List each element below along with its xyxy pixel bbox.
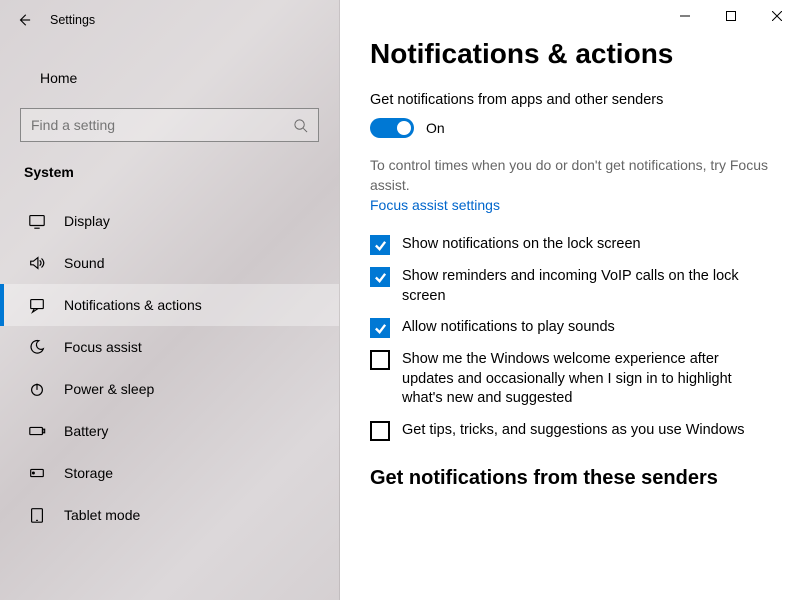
section-senders-title: Get notifications from these senders (370, 467, 770, 490)
toggle-state-text: On (426, 120, 445, 136)
sidebar-item-storage[interactable]: Storage (0, 452, 339, 494)
sidebar: Settings Home System Display (0, 0, 340, 600)
sidebar-item-focus-assist[interactable]: Focus assist (0, 326, 339, 368)
storage-icon (28, 464, 46, 482)
window-title: Settings (50, 13, 95, 27)
sidebar-item-label: Notifications & actions (64, 297, 202, 313)
helper-text: To control times when you do or don't ge… (370, 156, 770, 195)
sidebar-body: Home System Display Sound Notificatio (0, 40, 339, 600)
sidebar-item-notifications[interactable]: Notifications & actions (0, 284, 339, 326)
category-heading: System (20, 162, 319, 182)
content-pane: Notifications & actions Get notification… (340, 0, 800, 600)
checkbox-play-sounds[interactable] (370, 318, 390, 338)
checkbox-label: Show me the Windows welcome experience a… (402, 350, 770, 409)
back-button[interactable] (8, 4, 40, 36)
checkbox-row: Show reminders and incoming VoIP calls o… (370, 267, 770, 306)
sound-icon (28, 254, 46, 272)
checkbox-label: Get tips, tricks, and suggestions as you… (402, 421, 745, 441)
nav-list: Display Sound Notifications & actions Fo… (20, 200, 319, 536)
checkbox-reminders-voip[interactable] (370, 267, 390, 287)
sidebar-item-label: Storage (64, 465, 113, 481)
checkbox-row: Show notifications on the lock screen (370, 235, 770, 255)
focus-assist-link[interactable]: Focus assist settings (370, 197, 500, 213)
checkbox-label: Show notifications on the lock screen (402, 235, 641, 255)
checkbox-row: Show me the Windows welcome experience a… (370, 350, 770, 409)
notifications-toggle[interactable] (370, 118, 414, 138)
checkbox-row: Allow notifications to play sounds (370, 318, 770, 338)
checkbox-row: Get tips, tricks, and suggestions as you… (370, 421, 770, 441)
sidebar-item-label: Power & sleep (64, 381, 154, 397)
close-button[interactable] (754, 0, 800, 32)
sidebar-item-label: Sound (64, 255, 104, 271)
search-input-container[interactable] (20, 108, 319, 142)
display-icon (28, 212, 46, 230)
sidebar-item-label: Focus assist (64, 339, 142, 355)
checkbox-tips-tricks[interactable] (370, 421, 390, 441)
sidebar-item-sound[interactable]: Sound (0, 242, 339, 284)
checkbox-label: Allow notifications to play sounds (402, 318, 615, 338)
content-body: Notifications & actions Get notification… (340, 32, 800, 600)
sidebar-item-label: Display (64, 213, 110, 229)
search-icon (293, 118, 308, 133)
sidebar-item-power-sleep[interactable]: Power & sleep (0, 368, 339, 410)
maximize-button[interactable] (708, 0, 754, 32)
page-title: Notifications & actions (370, 38, 770, 70)
sidebar-item-battery[interactable]: Battery (0, 410, 339, 452)
sidebar-item-label: Tablet mode (64, 507, 140, 523)
sidebar-item-label: Battery (64, 423, 108, 439)
tablet-icon (28, 506, 46, 524)
home-button[interactable]: Home (20, 62, 319, 94)
back-arrow-icon (17, 13, 31, 27)
toggle-label: Get notifications from apps and other se… (370, 92, 770, 108)
minimize-button[interactable] (662, 0, 708, 32)
window-controls (340, 0, 800, 32)
checkbox-lock-screen-notifications[interactable] (370, 235, 390, 255)
checkbox-welcome-experience[interactable] (370, 350, 390, 370)
search-input[interactable] (31, 117, 293, 133)
sidebar-item-display[interactable]: Display (0, 200, 339, 242)
checkbox-label: Show reminders and incoming VoIP calls o… (402, 267, 770, 306)
titlebar: Settings (0, 0, 339, 40)
battery-icon (28, 422, 46, 440)
home-label: Home (40, 70, 77, 86)
moon-icon (28, 338, 46, 356)
sidebar-item-tablet-mode[interactable]: Tablet mode (0, 494, 339, 536)
power-icon (28, 380, 46, 398)
notifications-icon (28, 296, 46, 314)
